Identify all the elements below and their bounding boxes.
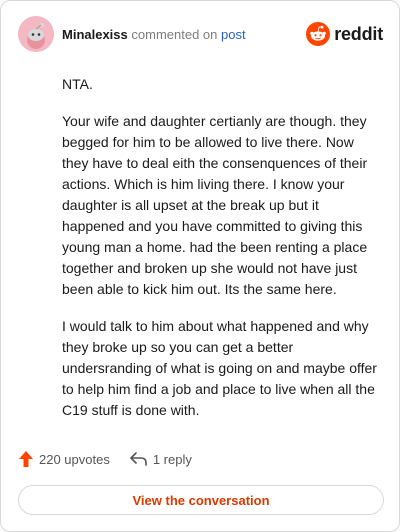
comment-actions: 220 upvotes 1 reply (18, 450, 192, 468)
username[interactable]: Minalexiss (62, 27, 128, 42)
action-text: commented on (131, 26, 218, 42)
comment-card: Minalexiss commented on post reddit NTA.… (0, 0, 400, 532)
snoo-avatar-icon (18, 16, 54, 52)
comment-paragraph: I would talk to him about what happened … (62, 318, 377, 418)
upvote-count: 220 upvotes (39, 451, 110, 467)
brand-wordmark: reddit (334, 23, 383, 44)
comment-meta: Minalexiss commented on post (62, 27, 246, 42)
reply-arrow-icon (130, 452, 147, 466)
upvote-arrow-icon (19, 451, 33, 467)
upvote-button[interactable]: 220 upvotes (18, 450, 110, 468)
comment-paragraph: NTA. (62, 76, 93, 92)
reddit-logo-icon (306, 22, 331, 46)
comment-paragraph: Your wife and daughter certianly are tho… (62, 113, 368, 297)
reply-count: 1 reply (152, 451, 192, 467)
comment-body: NTA. Your wife and daughter certianly ar… (62, 74, 382, 437)
reply-button[interactable]: 1 reply (130, 452, 192, 467)
post-link[interactable]: post (221, 27, 246, 42)
comment-header: Minalexiss commented on post reddit (18, 16, 383, 52)
user-avatar[interactable] (18, 16, 54, 52)
view-conversation-button[interactable]: View the conversation (18, 485, 384, 515)
brand-logo[interactable]: reddit (306, 22, 383, 46)
